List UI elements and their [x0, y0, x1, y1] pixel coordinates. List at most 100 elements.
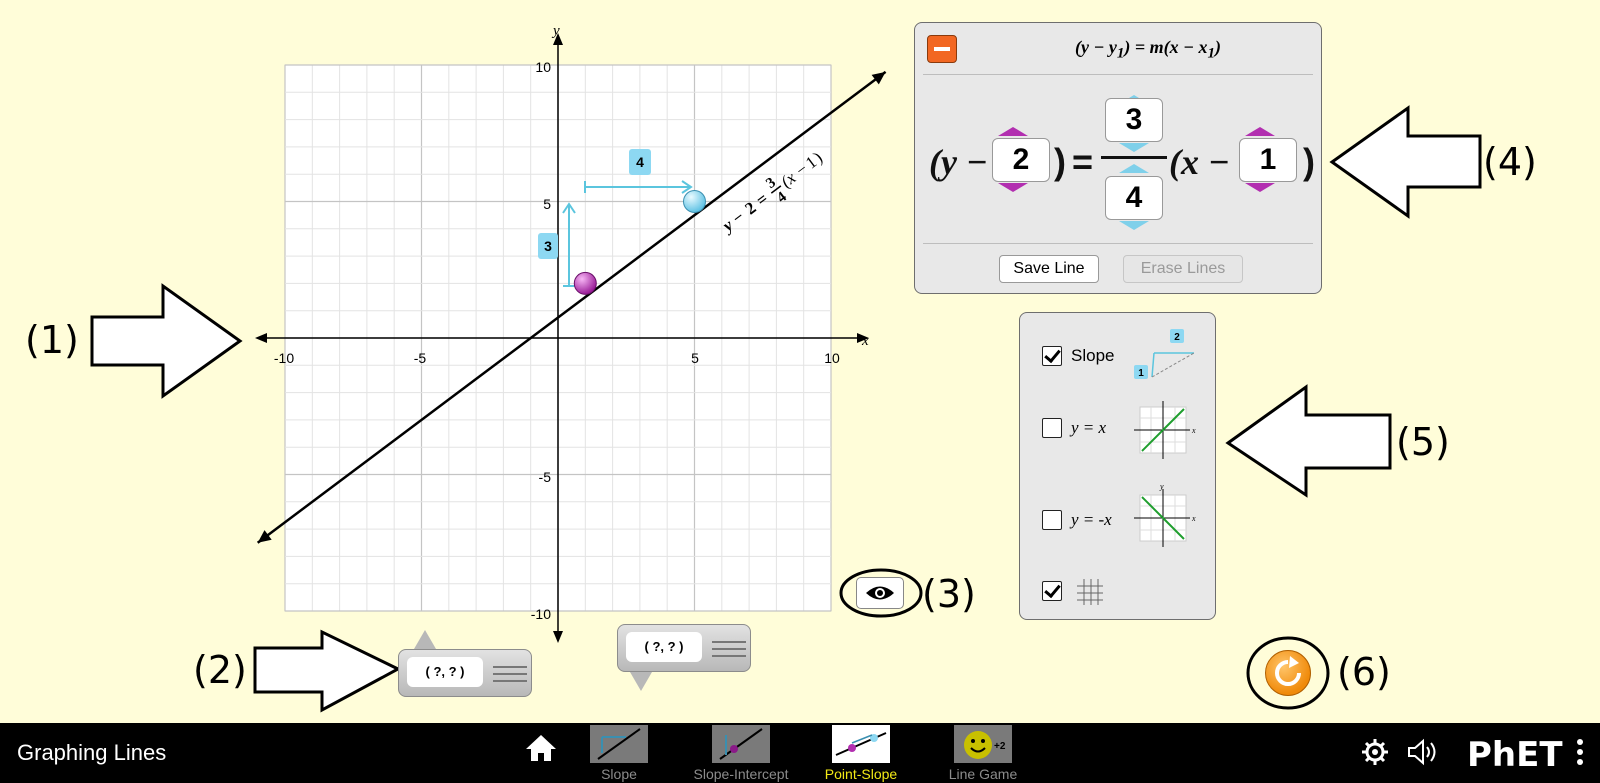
fraction-bar	[1101, 156, 1167, 159]
annotation-label-5: (5)	[1396, 420, 1450, 464]
point-readout-x1y1[interactable]: ( ?, ? )	[398, 649, 532, 697]
sim-title: Graphing Lines	[17, 740, 167, 765]
equation-form-title: (y − y1) = m(x − x1)	[1074, 37, 1222, 62]
line-game-badge: +2	[994, 741, 1006, 752]
annotation-arrow-4	[1329, 105, 1482, 219]
navigation-bar: Graphing Lines Slope Slope-Intercept Poi…	[0, 723, 1600, 783]
slope-icon-run: 2	[1174, 332, 1180, 343]
y-equals-neg-x-checkbox[interactable]	[1042, 510, 1062, 530]
slope-checkbox[interactable]	[1042, 346, 1062, 366]
run-increment[interactable]	[1119, 164, 1149, 173]
y-equals-x-checkbox[interactable]	[1042, 418, 1062, 438]
close-paren-2: )	[1303, 141, 1315, 182]
annotation-label-1: (1)	[25, 318, 79, 362]
reset-icon	[1275, 656, 1301, 686]
y-axis-label: y	[551, 23, 560, 39]
line-arrowhead	[871, 71, 886, 85]
annotation-label-2: (2)	[193, 648, 247, 692]
readout-menu-icon	[493, 666, 527, 668]
screen-slope-intercept-icon[interactable]	[712, 725, 770, 763]
panel-divider	[923, 74, 1313, 75]
x-tick-label: -10	[274, 350, 294, 366]
run-label: 4	[636, 154, 644, 170]
y-tick-label: -10	[531, 606, 551, 622]
annotation-label-6: (6)	[1337, 650, 1391, 694]
x-axis-label: x	[861, 333, 869, 349]
y1-stepper[interactable]: 2	[992, 138, 1050, 182]
options-panel: Slope 2 1 y = x x y = -x x y	[1019, 312, 1216, 620]
y1-decrement[interactable]	[998, 183, 1028, 192]
icon-axis-y: y	[1159, 482, 1164, 491]
run-decrement[interactable]	[1119, 221, 1149, 230]
screen-slope-intercept-label[interactable]: Slope-Intercept	[680, 766, 802, 782]
annotation-label-4: (4)	[1483, 140, 1537, 184]
screen-slope-label[interactable]: Slope	[570, 766, 668, 782]
equation-panel: (y − y1) = m(x − x1) (y − 2 ) = 3 4 (x −…	[914, 22, 1322, 294]
annotation-arrow-1	[90, 283, 243, 399]
y-tick-label: 5	[543, 196, 551, 212]
run-stepper[interactable]: 4	[1105, 176, 1163, 220]
y-tick-label: -5	[539, 469, 552, 485]
grid-checkbox[interactable]	[1042, 581, 1062, 601]
collapse-panel-button[interactable]	[927, 35, 957, 63]
readout-value: ( ?, ? )	[626, 632, 702, 662]
readout-pointer-down	[630, 672, 652, 691]
speaker-icon[interactable]	[1406, 737, 1442, 767]
y-prefix: (y −	[929, 142, 988, 182]
screen-point-slope-label[interactable]: Point-Slope	[806, 766, 916, 782]
annotation-arrow-2	[253, 629, 402, 713]
readout-menu-icon-line	[712, 655, 746, 657]
annotation-arrow-5	[1225, 384, 1392, 498]
menu-dots-icon[interactable]	[1574, 737, 1586, 769]
gear-icon[interactable]	[1360, 737, 1390, 767]
x1-increment[interactable]	[1245, 127, 1275, 136]
point-x1-y1[interactable]	[573, 271, 597, 295]
readout-menu-icon-line	[493, 680, 527, 682]
phet-logo[interactable]: PhET	[1467, 735, 1563, 775]
panel-divider	[923, 243, 1313, 244]
slope-icon: 2 1	[1134, 329, 1195, 379]
x-tick-label: 10	[824, 350, 840, 366]
home-icon[interactable]	[524, 733, 558, 763]
x1-stepper[interactable]: 1	[1239, 138, 1297, 182]
x1-decrement[interactable]	[1245, 183, 1275, 192]
y-tick-label: 10	[535, 59, 551, 75]
rise-decrement[interactable]	[1119, 143, 1149, 152]
screen-line-game-icon[interactable]: +2	[954, 725, 1012, 763]
screen-line-game-label[interactable]: Line Game	[934, 766, 1032, 782]
slope-label: Slope	[1071, 346, 1115, 365]
screen-slope-icon[interactable]	[590, 725, 648, 763]
reset-all-button[interactable]	[1265, 650, 1311, 696]
rise-stepper[interactable]: 3	[1105, 98, 1163, 142]
readout-pointer-up	[414, 630, 436, 649]
screen-point-slope-icon[interactable]	[832, 725, 890, 763]
phet-logo-text: PhET	[1467, 735, 1563, 775]
y-equals-neg-x-icon: x y	[1134, 482, 1196, 547]
readout-menu-icon-line	[712, 648, 746, 650]
line-arrowhead	[257, 530, 272, 543]
eye-toggle-button[interactable]	[856, 577, 904, 609]
y-equals-x-label: y = x	[1071, 418, 1107, 437]
annotation-label-3: (3)	[922, 572, 976, 616]
readout-value: ( ?, ? )	[407, 657, 483, 687]
equals-sign: =	[1072, 141, 1094, 182]
readout-menu-icon-line	[493, 673, 527, 675]
icon-axis-x: x	[1191, 514, 1196, 523]
erase-lines-button[interactable]: Erase Lines	[1123, 255, 1243, 283]
readout-menu-icon	[712, 641, 746, 643]
x-tick-label: -5	[414, 350, 427, 366]
x-prefix: (x −	[1169, 142, 1230, 182]
rise-label: 3	[544, 238, 552, 254]
y-equals-neg-x-label: y = -x	[1071, 510, 1112, 529]
save-line-button[interactable]: Save Line	[999, 255, 1099, 283]
y1-increment[interactable]	[998, 127, 1028, 136]
close-paren: )	[1054, 141, 1066, 182]
y-equals-x-icon: x	[1134, 401, 1196, 459]
eye-icon	[866, 586, 894, 600]
slope-icon-rise: 1	[1138, 368, 1144, 379]
icon-axis-x: x	[1191, 426, 1196, 435]
grid-icon	[1077, 579, 1103, 605]
x-tick-label: 5	[691, 350, 699, 366]
point-x2-y2[interactable]	[683, 190, 706, 213]
point-readout-x2y2[interactable]: ( ?, ? )	[617, 624, 751, 672]
